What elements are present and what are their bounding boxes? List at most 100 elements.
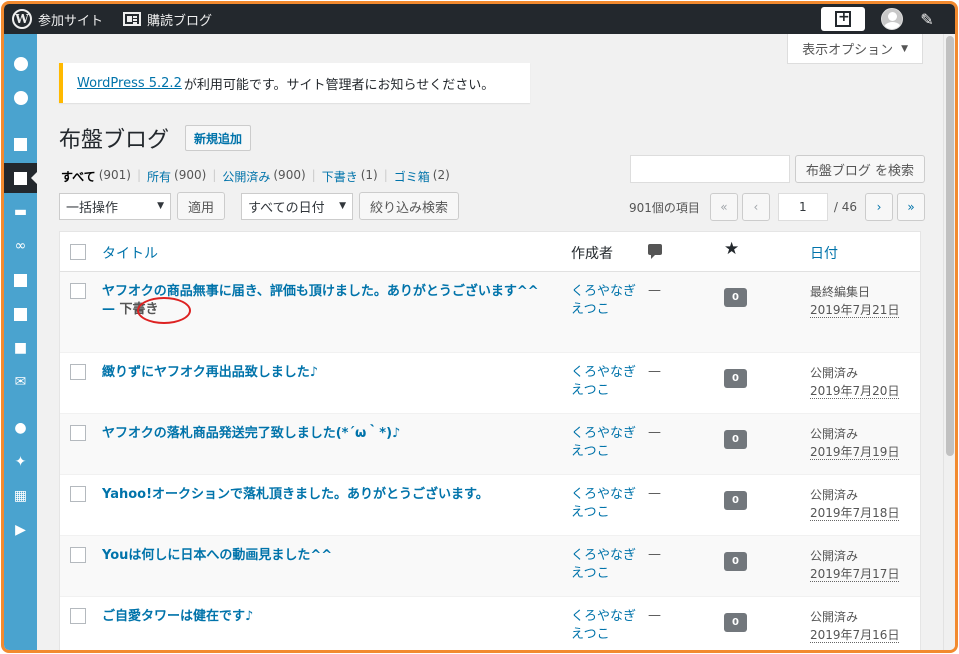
jetpack-icon[interactable]	[4, 83, 37, 113]
filter-4[interactable]: ゴミ箱	[394, 168, 430, 185]
post-tags: —	[648, 425, 661, 440]
scroll-thumb[interactable]	[946, 36, 954, 456]
wordpress-logo-icon: W	[12, 9, 32, 29]
post-author-link[interactable]: くろやなぎえつこ	[571, 364, 641, 400]
screen-options-label: 表示オプション	[802, 43, 894, 58]
screen-options-button[interactable]: 表示オプション ▼	[787, 34, 923, 64]
items-count: 901個の項目	[628, 200, 700, 215]
users-icon[interactable]: ●	[4, 413, 37, 443]
first-page-button[interactable]: «	[709, 193, 738, 221]
comment-count-badge[interactable]: 0	[724, 613, 747, 632]
col-date-header[interactable]: 日付	[810, 243, 838, 263]
last-page-button[interactable]: »	[897, 193, 925, 221]
post-date: 公開済み 2019年7月19日	[810, 425, 900, 461]
posts-active-icon[interactable]	[4, 163, 37, 193]
settings-icon[interactable]: ▦	[4, 481, 37, 511]
bulk-action-select[interactable]: 一括操作 ▼	[59, 192, 171, 220]
post-author-link[interactable]: くろやなぎえつこ	[571, 283, 641, 319]
filter-count: (901)	[98, 168, 131, 182]
post-date-value: 2019年7月21日	[810, 303, 900, 318]
col-title-header[interactable]: タイトル	[102, 243, 158, 263]
post-tags: —	[648, 608, 661, 623]
next-page-button[interactable]: ›	[865, 193, 893, 221]
post-title-link[interactable]: ご自愛タワーは健在です♪	[102, 608, 556, 626]
row-checkbox[interactable]	[70, 486, 86, 502]
comment-count-badge[interactable]: 0	[724, 430, 747, 449]
user-avatar[interactable]	[881, 8, 903, 30]
scrollbar[interactable]	[943, 34, 955, 650]
admin-bar: W 参加サイト 購読ブログ ✎	[4, 4, 955, 34]
apply-button[interactable]: 適用	[177, 192, 226, 220]
filter-3[interactable]: 下書き	[322, 168, 358, 185]
post-author-link[interactable]: くろやなぎえつこ	[571, 425, 641, 461]
comment-count-badge[interactable]: 0	[724, 369, 747, 388]
post-title-link[interactable]: Youは何しに日本への動画見ました^^	[102, 547, 556, 565]
add-new-button[interactable]: 新規追加	[185, 125, 252, 151]
table-row: ヤフオクの商品無事に届き、評価も頂けました。ありがとうございます^^ — 下書き…	[60, 272, 920, 353]
post-title: ヤフオクの落札商品発送完了致しました(*´ω｀*)♪	[102, 426, 401, 441]
col-author-header: 作成者	[571, 246, 613, 262]
filter-button[interactable]: 絞り込み検索	[359, 192, 460, 220]
row-checkbox[interactable]	[70, 283, 86, 299]
reader-menu[interactable]: 購読ブログ	[109, 4, 218, 34]
my-sites-menu[interactable]: W 参加サイト	[4, 4, 109, 34]
post-author-link[interactable]: くろやなぎえつこ	[571, 486, 641, 522]
row-checkbox[interactable]	[70, 425, 86, 441]
post-title: ご自愛タワーは健在です♪	[102, 609, 254, 624]
post-author-link[interactable]: くろやなぎえつこ	[571, 608, 641, 644]
update-link[interactable]: WordPress 5.2.2	[77, 76, 182, 91]
reader-label: 購読ブログ	[147, 13, 213, 29]
current-page-input[interactable]: 1	[777, 193, 828, 221]
search-input[interactable]	[629, 155, 790, 183]
row-checkbox[interactable]	[70, 547, 86, 563]
select-arrow-icon: ▼	[339, 201, 347, 211]
post-title-link[interactable]: ヤフオクの落札商品発送完了致しました(*´ω｀*)♪	[102, 425, 556, 443]
cart-icon[interactable]: ▬	[4, 197, 37, 227]
comment-count-badge[interactable]: 0	[724, 491, 747, 510]
post-date: 最終編集日 2019年7月21日	[810, 283, 900, 319]
row-checkbox[interactable]	[70, 364, 86, 380]
pages-icon[interactable]	[4, 299, 37, 329]
search-button[interactable]: 布盤ブログ を検索	[794, 155, 925, 183]
total-pages: / 46	[833, 200, 857, 214]
filter-count: (900)	[273, 168, 306, 182]
tools-icon[interactable]: ✦	[4, 447, 37, 477]
comment-count-badge[interactable]: 0	[724, 288, 747, 307]
comments-column-icon	[648, 244, 662, 259]
prev-page-button[interactable]: ‹	[741, 193, 770, 221]
posts-icon[interactable]	[4, 129, 37, 159]
post-status: 最終編集日	[810, 285, 871, 299]
page-title: 布盤ブログ	[59, 128, 170, 153]
select-arrow-icon: ▼	[157, 201, 164, 211]
post-date: 公開済み 2019年7月18日	[810, 486, 900, 522]
play-icon[interactable]: ▶	[4, 515, 37, 545]
post-title: Youは何しに日本への動画見ました^^	[102, 548, 333, 563]
filter-1[interactable]: 所有	[147, 168, 171, 185]
post-status: 公開済み	[810, 427, 859, 441]
links-icon[interactable]: ∞	[4, 231, 37, 261]
post-date-value: 2019年7月17日	[810, 567, 900, 582]
select-all-checkbox[interactable]	[70, 244, 86, 260]
post-title-link[interactable]: Yahoo!オークションで落札頂きました。ありがとうございます。	[102, 486, 556, 504]
notifications-icon[interactable]: ✎	[917, 9, 937, 29]
feedback-icon[interactable]: ✉	[4, 367, 37, 397]
filter-count: (900)	[174, 168, 207, 182]
post-date-value: 2019年7月16日	[810, 628, 900, 643]
row-checkbox[interactable]	[70, 608, 86, 624]
pagination: 901個の項目 « ‹ 1 / 46 › »	[629, 193, 925, 221]
caret-down-icon: ▼	[901, 43, 908, 54]
comment-count-badge[interactable]: 0	[724, 552, 747, 571]
post-author-link[interactable]: くろやなぎえつこ	[571, 547, 641, 583]
comments-icon[interactable]: ■	[4, 333, 37, 363]
filter-2[interactable]: 公開済み	[222, 168, 270, 185]
post-title-link[interactable]: 緻りずにヤフオク再出品致しました♪	[102, 364, 556, 382]
write-post-button[interactable]	[821, 7, 865, 31]
filter-0[interactable]: すべて	[61, 168, 96, 185]
table-row: Yahoo!オークションで落札頂きました。ありがとうございます。 くろやなぎえつこ…	[60, 475, 920, 536]
date-filter-select[interactable]: すべての日付 ▼	[241, 192, 354, 220]
media-icon[interactable]	[4, 265, 37, 295]
table-row: Youは何しに日本への動画見ました^^ くろやなぎえつこ — 0 公開済み 2019年7月…	[60, 536, 920, 597]
dashboard-icon[interactable]	[4, 49, 37, 79]
star-icon: ★	[724, 239, 740, 259]
filter-separator: |	[212, 168, 217, 182]
